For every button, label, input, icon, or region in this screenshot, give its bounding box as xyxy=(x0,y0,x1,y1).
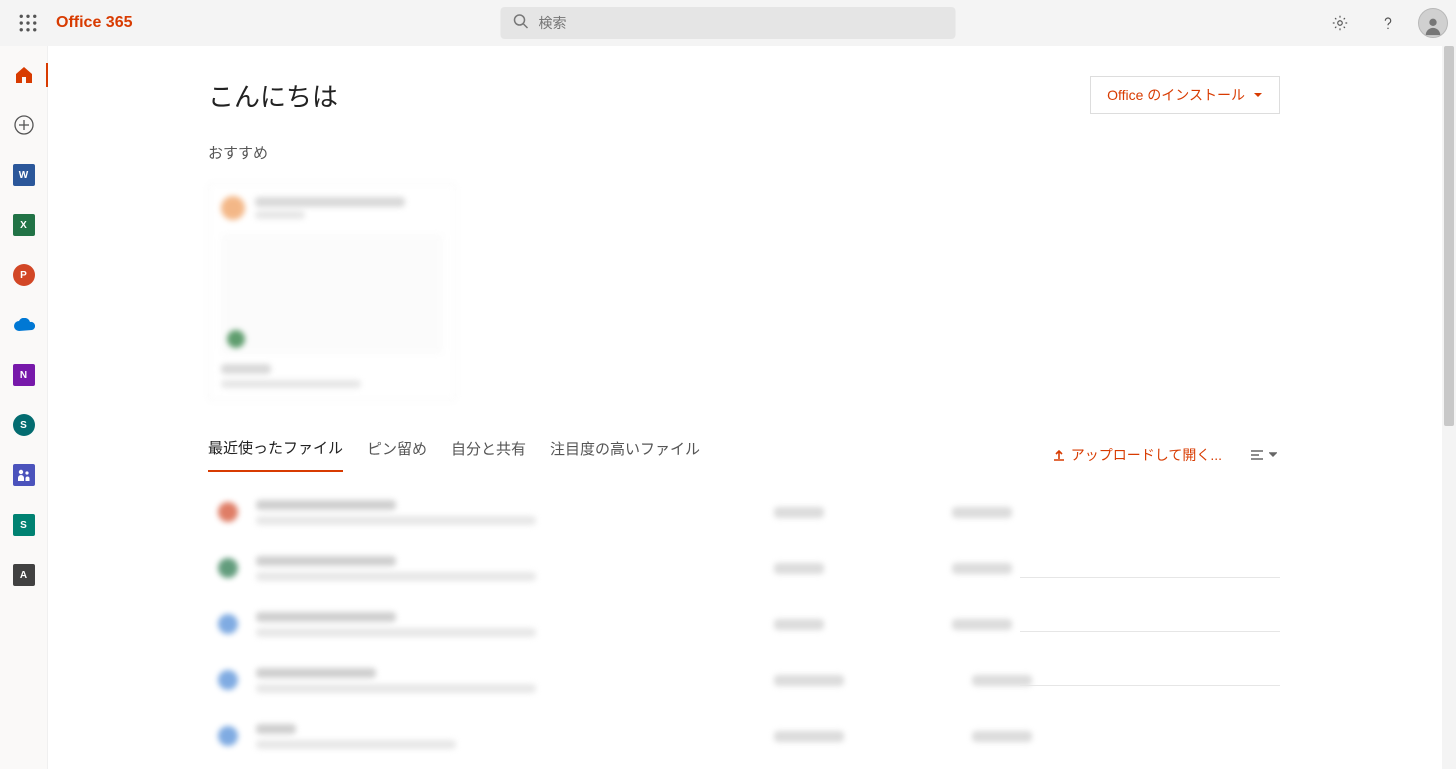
install-office-button[interactable]: Office のインストール xyxy=(1090,76,1280,114)
reco-filename-placeholder xyxy=(221,364,271,374)
file-modified-placeholder xyxy=(774,675,844,686)
file-activity-placeholder xyxy=(972,731,1032,742)
file-modified-placeholder xyxy=(774,507,824,518)
tab-shared[interactable]: 自分と共有 xyxy=(451,438,526,471)
side-panel-list xyxy=(1020,524,1280,686)
user-avatar[interactable] xyxy=(1418,8,1448,38)
rail-excel[interactable]: X xyxy=(0,208,48,242)
view-toggle[interactable] xyxy=(1246,447,1280,463)
tab-discover[interactable]: 注目度の高いファイル xyxy=(550,438,700,471)
file-type-icon xyxy=(218,502,238,522)
upload-label: アップロードして開く... xyxy=(1071,445,1222,465)
file-type-icon xyxy=(218,614,238,634)
rail-powerpoint[interactable]: P xyxy=(0,258,48,292)
file-activity-placeholder xyxy=(952,563,1012,574)
app-launcher-icon[interactable] xyxy=(8,0,48,46)
search-container xyxy=(501,7,956,39)
file-activity-placeholder xyxy=(952,507,1012,518)
file-row[interactable] xyxy=(208,708,1440,764)
rail-teams[interactable] xyxy=(0,458,48,492)
scrollbar-thumb[interactable] xyxy=(1444,46,1454,426)
brand-title[interactable]: Office 365 xyxy=(56,14,132,32)
file-modified-placeholder xyxy=(774,619,824,630)
rail-home[interactable] xyxy=(0,58,48,92)
recommended-heading: おすすめ xyxy=(208,142,1440,163)
header-bar: Office 365 xyxy=(0,0,1456,46)
header-right xyxy=(1322,5,1448,41)
left-app-rail: W X P N S S A xyxy=(0,46,48,769)
rail-sharepoint[interactable]: S xyxy=(0,408,48,442)
list-view-icon xyxy=(1249,447,1265,463)
word-icon: W xyxy=(13,164,35,186)
vertical-scrollbar[interactable] xyxy=(1442,46,1456,769)
onedrive-icon xyxy=(13,318,35,332)
reco-location-placeholder xyxy=(221,380,361,388)
file-type-icon xyxy=(218,726,238,746)
side-list-item[interactable] xyxy=(1020,632,1280,686)
search-input[interactable] xyxy=(539,15,944,31)
reco-avatar xyxy=(221,196,245,220)
rail-create[interactable] xyxy=(0,108,48,142)
sway-icon: S xyxy=(13,514,35,536)
rail-onenote[interactable]: N xyxy=(0,358,48,392)
file-type-icon xyxy=(218,558,238,578)
rail-onedrive[interactable] xyxy=(0,308,48,342)
rail-word[interactable]: W xyxy=(0,158,48,192)
file-modified-placeholder xyxy=(774,563,824,574)
file-tabs: 最近使ったファイル ピン留め 自分と共有 注目度の高いファイル アップロードして… xyxy=(208,437,1440,472)
side-list-item[interactable] xyxy=(1020,578,1280,632)
admin-icon: A xyxy=(13,564,35,586)
search-box[interactable] xyxy=(501,7,956,39)
file-type-icon xyxy=(218,670,238,690)
install-label: Office のインストール xyxy=(1107,85,1245,105)
reco-title-placeholder xyxy=(255,197,405,207)
recommended-card[interactable] xyxy=(208,183,456,401)
chevron-down-icon xyxy=(1269,451,1277,459)
chevron-down-icon xyxy=(1253,90,1263,100)
help-icon[interactable] xyxy=(1370,5,1406,41)
rail-admin[interactable]: A xyxy=(0,558,48,592)
rail-sway[interactable]: S xyxy=(0,508,48,542)
excel-icon: X xyxy=(13,214,35,236)
search-icon xyxy=(513,13,529,34)
upload-icon xyxy=(1053,449,1065,461)
tab-recent[interactable]: 最近使ったファイル xyxy=(208,437,343,472)
reco-subtitle-placeholder xyxy=(255,211,305,219)
reco-file-type-icon xyxy=(227,330,245,348)
file-modified-placeholder xyxy=(774,731,844,742)
sharepoint-icon: S xyxy=(13,414,35,436)
powerpoint-icon: P xyxy=(13,264,35,286)
main-content: こんにちは Office のインストール おすすめ 最近使ったファイル ピン留め… xyxy=(48,46,1440,769)
tab-pinned[interactable]: ピン留め xyxy=(367,438,427,471)
file-activity-placeholder xyxy=(952,619,1012,630)
side-list-item[interactable] xyxy=(1020,524,1280,578)
onenote-icon: N xyxy=(13,364,35,386)
teams-icon xyxy=(13,464,35,486)
greeting-title: こんにちは xyxy=(208,77,338,114)
upload-open-link[interactable]: アップロードして開く... xyxy=(1053,445,1222,465)
settings-icon[interactable] xyxy=(1322,5,1358,41)
